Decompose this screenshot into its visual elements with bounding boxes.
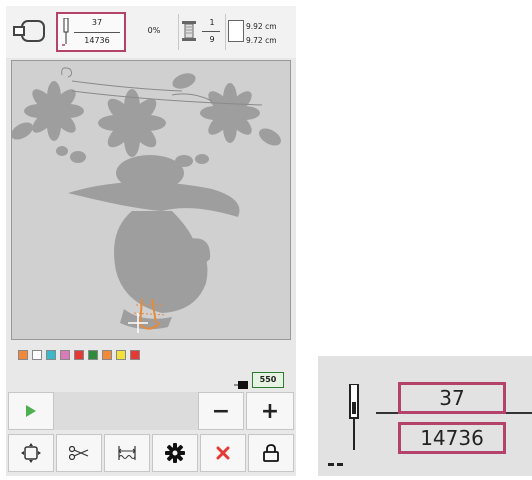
divider	[225, 14, 226, 50]
needle-position-marker	[328, 452, 346, 473]
embroidery-design-image	[12, 67, 281, 333]
design-size-icon	[228, 20, 244, 42]
control-row-top: − +	[8, 392, 294, 430]
minus-icon: −	[211, 398, 231, 424]
spool-icon	[182, 20, 196, 42]
total-stitches: 14736	[420, 426, 484, 450]
status-bar: 37 14736 0% 1 9 9.92 cm 9.72 cm	[6, 6, 296, 58]
progress-percent: 0%	[147, 26, 161, 35]
thread-color-swatch[interactable]	[130, 350, 140, 360]
minus-button[interactable]: −	[198, 392, 244, 430]
thread-color-swatch[interactable]	[46, 350, 56, 360]
counter-badge: 550	[252, 372, 284, 388]
stitch-counter-zoom: 37 14736	[318, 356, 532, 476]
tension-button[interactable]	[104, 434, 150, 472]
hoop-icon[interactable]	[12, 18, 46, 44]
fraction-line	[202, 31, 220, 32]
plus-button[interactable]: +	[246, 392, 294, 430]
total-stitches: 14736	[84, 36, 110, 45]
lock-button[interactable]	[248, 434, 294, 472]
settings-button[interactable]	[152, 434, 198, 472]
fraction-line	[74, 32, 120, 33]
control-row-bottom	[8, 434, 294, 472]
trim-button[interactable]	[56, 434, 102, 472]
current-color: 1	[209, 18, 215, 27]
thread-color-swatch[interactable]	[116, 350, 126, 360]
stitch-counter[interactable]: 37 14736	[56, 12, 126, 52]
thread-color-swatch[interactable]	[32, 350, 42, 360]
current-stitch: 37	[439, 386, 465, 410]
thread-color-swatch[interactable]	[60, 350, 70, 360]
current-stitch: 37	[91, 18, 103, 27]
settings-icon	[165, 443, 185, 463]
divider	[178, 14, 179, 50]
thread-color-swatch[interactable]	[18, 350, 28, 360]
scissors-icon	[69, 446, 89, 460]
design-height: 9.72 cm	[246, 36, 277, 45]
needle-icon	[62, 17, 70, 46]
lock-icon	[263, 444, 279, 462]
start-button[interactable]	[8, 392, 54, 430]
frame-move-button[interactable]	[8, 434, 54, 472]
cancel-button[interactable]	[200, 434, 246, 472]
frame-move-icon	[21, 443, 41, 463]
total-colors: 9	[209, 35, 215, 44]
thread-color-swatch[interactable]	[88, 350, 98, 360]
thread-color-swatch[interactable]	[74, 350, 84, 360]
thread-color-list	[18, 350, 140, 360]
cancel-icon	[216, 446, 230, 460]
plus-icon: +	[260, 398, 280, 424]
play-icon	[25, 404, 37, 418]
design-width: 9.92 cm	[246, 22, 277, 31]
tension-icon	[117, 444, 137, 462]
thread-indicator: 550	[234, 372, 284, 389]
embroidery-panel: 37 14736 0% 1 9 9.92 cm 9.72 cm 550 − +	[6, 6, 296, 476]
needle-icon	[234, 375, 248, 389]
thread-color-swatch[interactable]	[102, 350, 112, 360]
control-spacer	[54, 392, 198, 430]
design-preview[interactable]	[11, 60, 291, 340]
needle-icon	[344, 383, 364, 454]
